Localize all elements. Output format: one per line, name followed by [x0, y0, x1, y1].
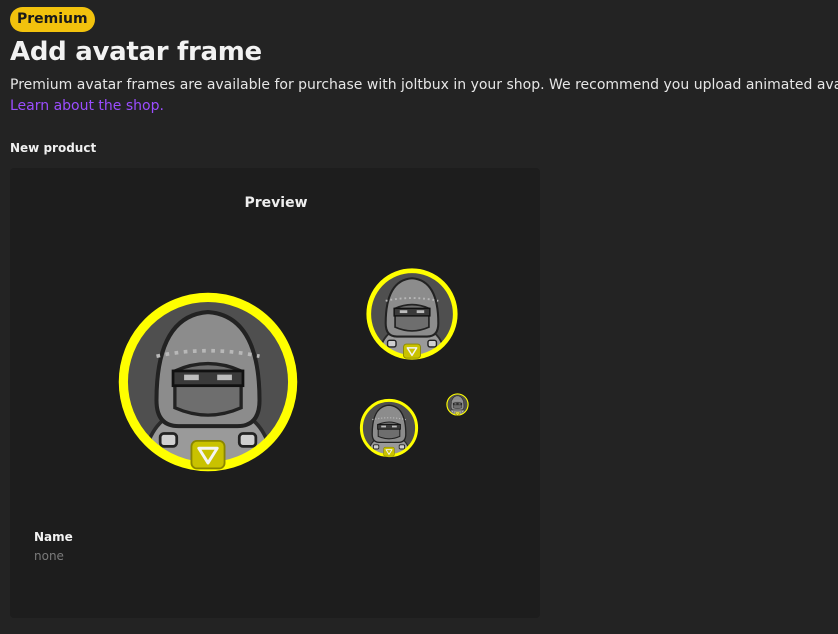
preview-label: Preview: [244, 195, 308, 211]
page-title: Add avatar frame: [10, 37, 262, 67]
avatar-icon: [116, 290, 300, 474]
avatar-icon: [359, 398, 419, 458]
description-text: Premium avatar frames are available for …: [10, 77, 838, 93]
product-name-value: none: [34, 549, 64, 563]
product-name-label: Name: [34, 530, 73, 544]
avatar-preview-large: [116, 290, 300, 474]
premium-badge: Premium: [10, 7, 95, 32]
avatar-icon: [365, 267, 459, 361]
learn-shop-link[interactable]: Learn about the shop.: [10, 98, 164, 114]
avatar-icon: [446, 393, 469, 416]
page-description: Premium avatar frames are available for …: [10, 75, 838, 117]
avatar-preview-small: [359, 398, 419, 458]
page: Premium Add avatar frame Premium avatar …: [0, 0, 838, 634]
avatar-preview-medium: [365, 267, 459, 361]
avatar-preview-tiny: [446, 393, 469, 416]
section-label: New product: [10, 141, 97, 155]
product-card: Preview Name none: [10, 168, 540, 618]
